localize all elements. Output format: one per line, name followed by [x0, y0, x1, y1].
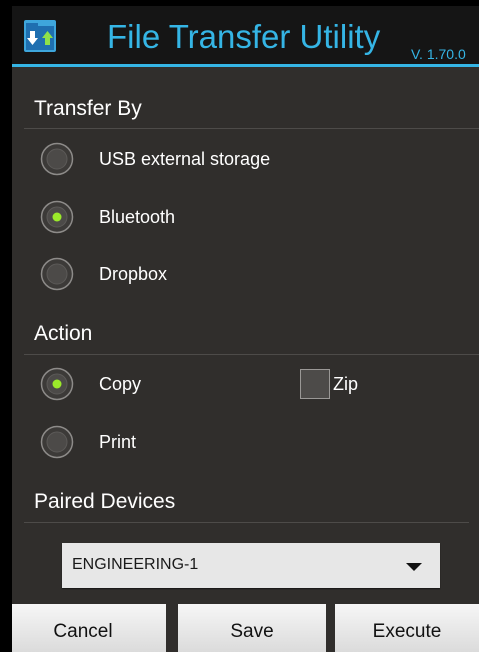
paired-devices-header: Paired Devices — [34, 490, 176, 513]
app-title: File Transfer Utility — [107, 18, 381, 55]
paired-devices-divider — [24, 522, 469, 523]
option-label-print[interactable]: Print — [99, 432, 136, 453]
dropdown-arrow-icon — [406, 563, 422, 571]
paired-devices-dropdown[interactable]: ENGINEERING-1 — [62, 543, 440, 588]
option-label-copy[interactable]: Copy — [99, 374, 141, 395]
radio-bluetooth[interactable] — [40, 200, 74, 234]
cancel-button[interactable]: Cancel — [12, 604, 166, 652]
execute-button[interactable]: Execute — [335, 604, 479, 652]
app-version: V. 1.70.0 — [411, 46, 466, 62]
file-transfer-icon — [24, 20, 56, 52]
radio-print[interactable] — [40, 425, 74, 459]
zip-checkbox[interactable] — [300, 369, 330, 399]
transfer-by-divider — [24, 128, 479, 129]
transfer-by-header: Transfer By — [34, 97, 142, 120]
zip-label[interactable]: Zip — [333, 374, 358, 395]
radio-copy[interactable] — [40, 367, 74, 401]
action-divider — [24, 354, 479, 355]
title-bar: File Transfer Utility V. 1.70.0 — [12, 6, 479, 67]
action-header: Action — [34, 322, 93, 345]
option-label-dropbox[interactable]: Dropbox — [99, 264, 167, 285]
app-window: File Transfer Utility V. 1.70.0 Transfer… — [12, 6, 479, 652]
title-underline — [12, 64, 479, 67]
radio-dropbox[interactable] — [40, 257, 74, 291]
option-label-bluetooth[interactable]: Bluetooth — [99, 207, 175, 228]
radio-usb-external-storage[interactable] — [40, 142, 74, 176]
save-button[interactable]: Save — [178, 604, 326, 652]
dropdown-selected-value: ENGINEERING-1 — [72, 556, 199, 573]
option-label-usb-external-storage[interactable]: USB external storage — [99, 149, 270, 170]
